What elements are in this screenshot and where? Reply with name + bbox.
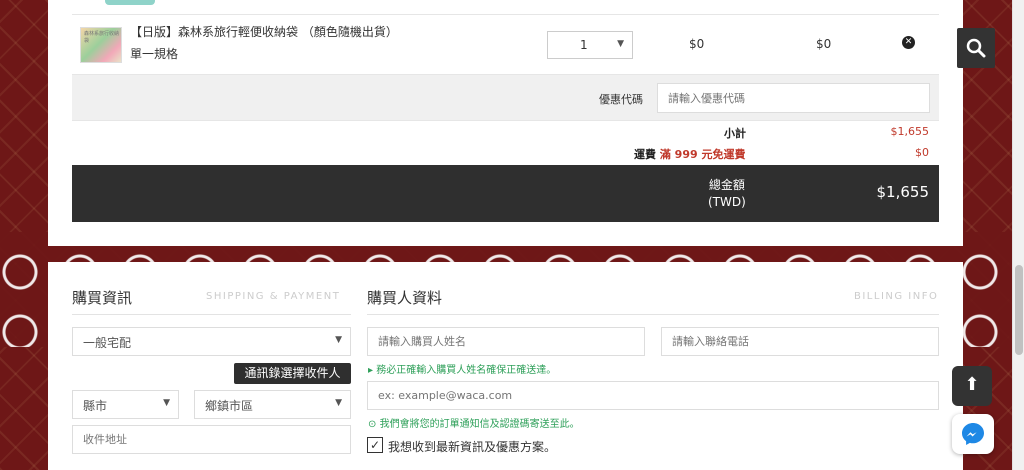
shipping-section-title: 購買資訊 <box>72 289 133 307</box>
district-select[interactable]: 鄉鎮市區 ▼ <box>194 390 351 419</box>
shipping-method-select[interactable]: 一般宅配 ▼ <box>72 327 351 356</box>
cart-panel: 森林系旅行收納袋 【日版】森林系旅行輕便收納袋 （顏色隨機出貨） 單一規格 1 … <box>48 0 963 246</box>
total-label: 總金額 (TWD) <box>708 178 746 209</box>
email-input[interactable] <box>367 381 939 410</box>
line-total: $0 <box>816 37 832 51</box>
check-circle-icon: ⊙ <box>368 419 377 430</box>
subtotal-value: $1,655 <box>890 125 930 138</box>
product-thumbnail[interactable]: 森林系旅行收納袋 <box>80 27 122 63</box>
chevron-down-icon: ▼ <box>335 335 342 345</box>
city-select[interactable]: 縣市 ▼ <box>72 390 179 419</box>
page-scrollbar[interactable] <box>1012 0 1024 470</box>
product-spec: 單一規格 <box>130 47 179 61</box>
buyer-phone-input[interactable] <box>661 327 939 356</box>
product-name[interactable]: 【日版】森林系旅行輕便收納袋 （顏色隨機出貨） <box>130 23 398 40</box>
cart-item-row: 森林系旅行收納袋 【日版】森林系旅行輕便收納袋 （顏色隨機出貨） 單一規格 1 … <box>72 14 939 74</box>
search-button[interactable] <box>957 28 995 68</box>
newsletter-label[interactable]: 我想收到最新資訊及優惠方案。 <box>388 438 556 455</box>
previous-row-tab <box>105 0 155 5</box>
newsletter-checkbox[interactable]: ✓ <box>367 437 383 453</box>
remove-icon[interactable]: ✕ <box>902 36 915 49</box>
arrow-up-icon: ⬆ <box>964 374 980 395</box>
coupon-row: 優惠代碼 <box>72 74 939 120</box>
contacts-select-button[interactable]: 通訊錄選擇收件人 <box>234 363 351 384</box>
billing-section-title: 購買人資料 <box>367 289 443 307</box>
back-to-top-button[interactable]: ⬆ <box>952 366 992 406</box>
billing-section-subtitle: BILLING INFO <box>854 291 939 302</box>
scrollbar-thumb[interactable] <box>1015 265 1023 355</box>
chevron-down-icon: ▼ <box>617 39 624 49</box>
name-hint: ▸ 務必正確輸入購買人姓名確保正確送達。 <box>368 365 557 376</box>
shipping-promo: 滿 999 元免運費 <box>659 148 746 161</box>
address-input[interactable] <box>72 425 351 454</box>
email-hint: ⊙ 我們會將您的訂單通知信及認證碼寄送至此。 <box>368 419 580 430</box>
quantity-select[interactable]: 1 ▼ <box>547 31 633 59</box>
total-value: $1,655 <box>876 183 930 201</box>
shipping-value: $0 <box>915 146 929 159</box>
checkout-form-panel: 購買資訊 SHIPPING & PAYMENT 一般宅配 ▼ 通訊錄選擇收件人 … <box>48 262 963 470</box>
coupon-label: 優惠代碼 <box>599 93 643 106</box>
divider <box>72 314 351 315</box>
chevron-down-icon: ▼ <box>335 398 342 408</box>
total-row: 總金額 (TWD) $1,655 <box>72 165 939 222</box>
quantity-value: 1 <box>580 38 588 52</box>
chevron-down-icon: ▼ <box>163 398 170 408</box>
messenger-button[interactable] <box>952 414 994 454</box>
shipping-section-subtitle: SHIPPING & PAYMENT <box>206 291 341 302</box>
summary-rows: 小計 $1,655 運費 滿 999 元免運費 $0 <box>72 120 939 165</box>
shipping-label: 運費 滿 999 元免運費 <box>634 148 746 161</box>
buyer-name-input[interactable] <box>367 327 645 356</box>
unit-price: $0 <box>689 37 705 51</box>
search-icon <box>966 38 986 58</box>
subtotal-label: 小計 <box>724 127 746 140</box>
coupon-input[interactable] <box>657 83 930 113</box>
divider <box>367 314 939 315</box>
messenger-icon <box>962 423 984 445</box>
